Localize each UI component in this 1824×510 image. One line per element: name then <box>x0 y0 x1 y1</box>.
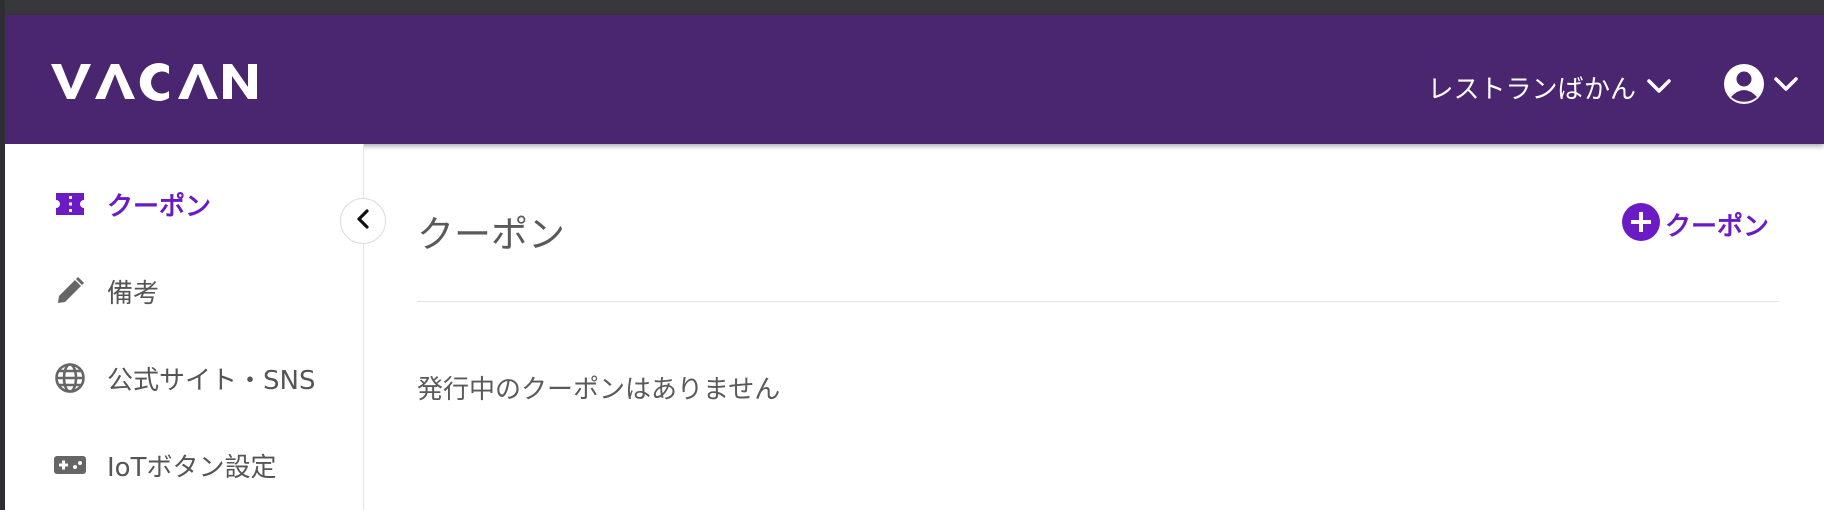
empty-coupon-message: 発行中のクーポンはありません <box>417 375 781 405</box>
chevron-down-icon <box>1646 72 1672 102</box>
restaurant-name: レストランばかん <box>1427 74 1636 105</box>
vacan-logo[interactable] <box>51 60 257 102</box>
app-window: レストランばかん クーポン 備考 公式サイト・SNS IoTボタン設定 クーポン… <box>5 0 1824 510</box>
window-top-strip <box>5 0 1824 15</box>
sidebar-item-label: クーポン <box>107 191 212 222</box>
ticket-icon <box>52 186 88 222</box>
sidebar-item-label: 備考 <box>107 278 160 309</box>
app-header: レストランばかん <box>5 15 1824 144</box>
add-coupon-button[interactable]: クーポン <box>1621 202 1769 246</box>
sidebar-item-notes[interactable]: 備考 <box>5 261 363 321</box>
gamepad-icon <box>52 447 88 483</box>
account-menu-button[interactable] <box>1723 58 1799 114</box>
vacan-logo-mark <box>51 62 257 101</box>
chevron-down-icon <box>1773 75 1799 97</box>
chevron-left-icon <box>353 208 373 234</box>
account-circle-icon <box>1723 63 1765 109</box>
title-divider <box>417 301 1779 302</box>
main-content: クーポン クーポン 発行中のクーポンはありません <box>364 144 1824 510</box>
sidebar-collapse-button[interactable] <box>340 198 386 244</box>
restaurant-selector[interactable]: レストランばかん <box>1427 62 1672 112</box>
globe-icon <box>52 360 88 396</box>
sidebar-item-label: 公式サイト・SNS <box>107 365 316 396</box>
page-title: クーポン <box>417 213 565 256</box>
sidebar-item-iot-button-settings[interactable]: IoTボタン設定 <box>5 435 363 495</box>
sidebar: クーポン 備考 公式サイト・SNS IoTボタン設定 <box>5 144 364 510</box>
sidebar-item-official-site-sns[interactable]: 公式サイト・SNS <box>5 348 363 408</box>
pencil-icon <box>52 273 88 309</box>
sidebar-item-label: IoTボタン設定 <box>107 452 277 483</box>
plus-circle-icon <box>1621 202 1661 246</box>
add-coupon-label: クーポン <box>1664 211 1769 242</box>
sidebar-item-coupon[interactable]: クーポン <box>5 174 363 234</box>
